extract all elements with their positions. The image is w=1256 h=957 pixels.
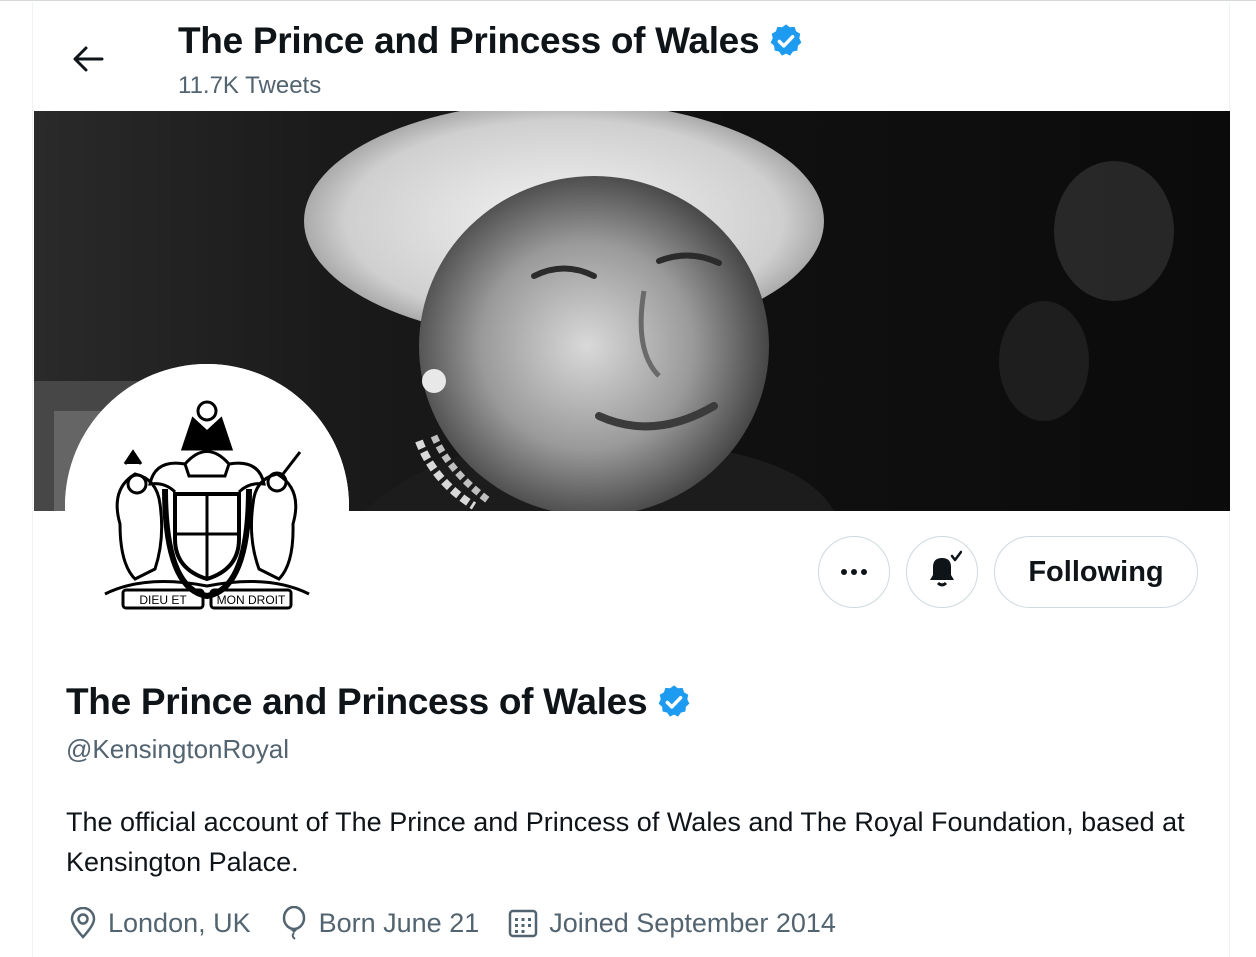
joined-item: Joined September 2014 <box>507 907 836 939</box>
calendar-icon <box>507 907 539 939</box>
header-name: The Prince and Princess of Wales <box>178 20 760 61</box>
arrow-left-icon <box>72 45 104 78</box>
profile-handle: @KensingtonRoyal <box>66 734 289 764</box>
location-text: London, UK <box>108 907 251 938</box>
more-options-button[interactable] <box>818 536 890 608</box>
motto-right: MON DROIT <box>217 593 286 607</box>
profile-meta: London, UK Born June 21 Joined September… <box>68 906 864 940</box>
more-horizontal-icon <box>840 563 868 581</box>
location-item: London, UK <box>68 907 251 939</box>
profile-bio: The official account of The Prince and P… <box>66 807 1185 877</box>
tweet-count: 11.7K Tweets <box>178 72 322 99</box>
following-button[interactable]: Following <box>994 536 1198 608</box>
header-title: The Prince and Princess of Wales <box>178 20 805 62</box>
birthday-text: Born June 21 <box>318 907 480 938</box>
verified-badge-icon <box>767 22 805 60</box>
location-pin-icon <box>68 907 98 939</box>
notifications-button[interactable] <box>906 536 978 608</box>
birthday-item: Born June 21 <box>279 906 480 940</box>
bell-check-icon <box>922 550 963 595</box>
profile-column: The Prince and Princess of Wales 11.7K T… <box>32 2 1230 957</box>
display-name: The Prince and Princess of Wales <box>66 681 648 722</box>
royal-coat-of-arms-logo: DIEU ET MON DROIT <box>65 364 349 648</box>
balloon-icon <box>279 906 309 940</box>
profile-avatar[interactable]: DIEU ET MON DROIT <box>65 364 349 648</box>
profile-name: The Prince and Princess of Wales <box>66 681 693 723</box>
page-frame: The Prince and Princess of Wales 11.7K T… <box>0 0 1256 957</box>
joined-text: Joined September 2014 <box>549 907 836 938</box>
motto-left: DIEU ET <box>139 593 187 607</box>
back-button[interactable] <box>67 40 109 82</box>
verified-badge-icon <box>655 683 693 721</box>
